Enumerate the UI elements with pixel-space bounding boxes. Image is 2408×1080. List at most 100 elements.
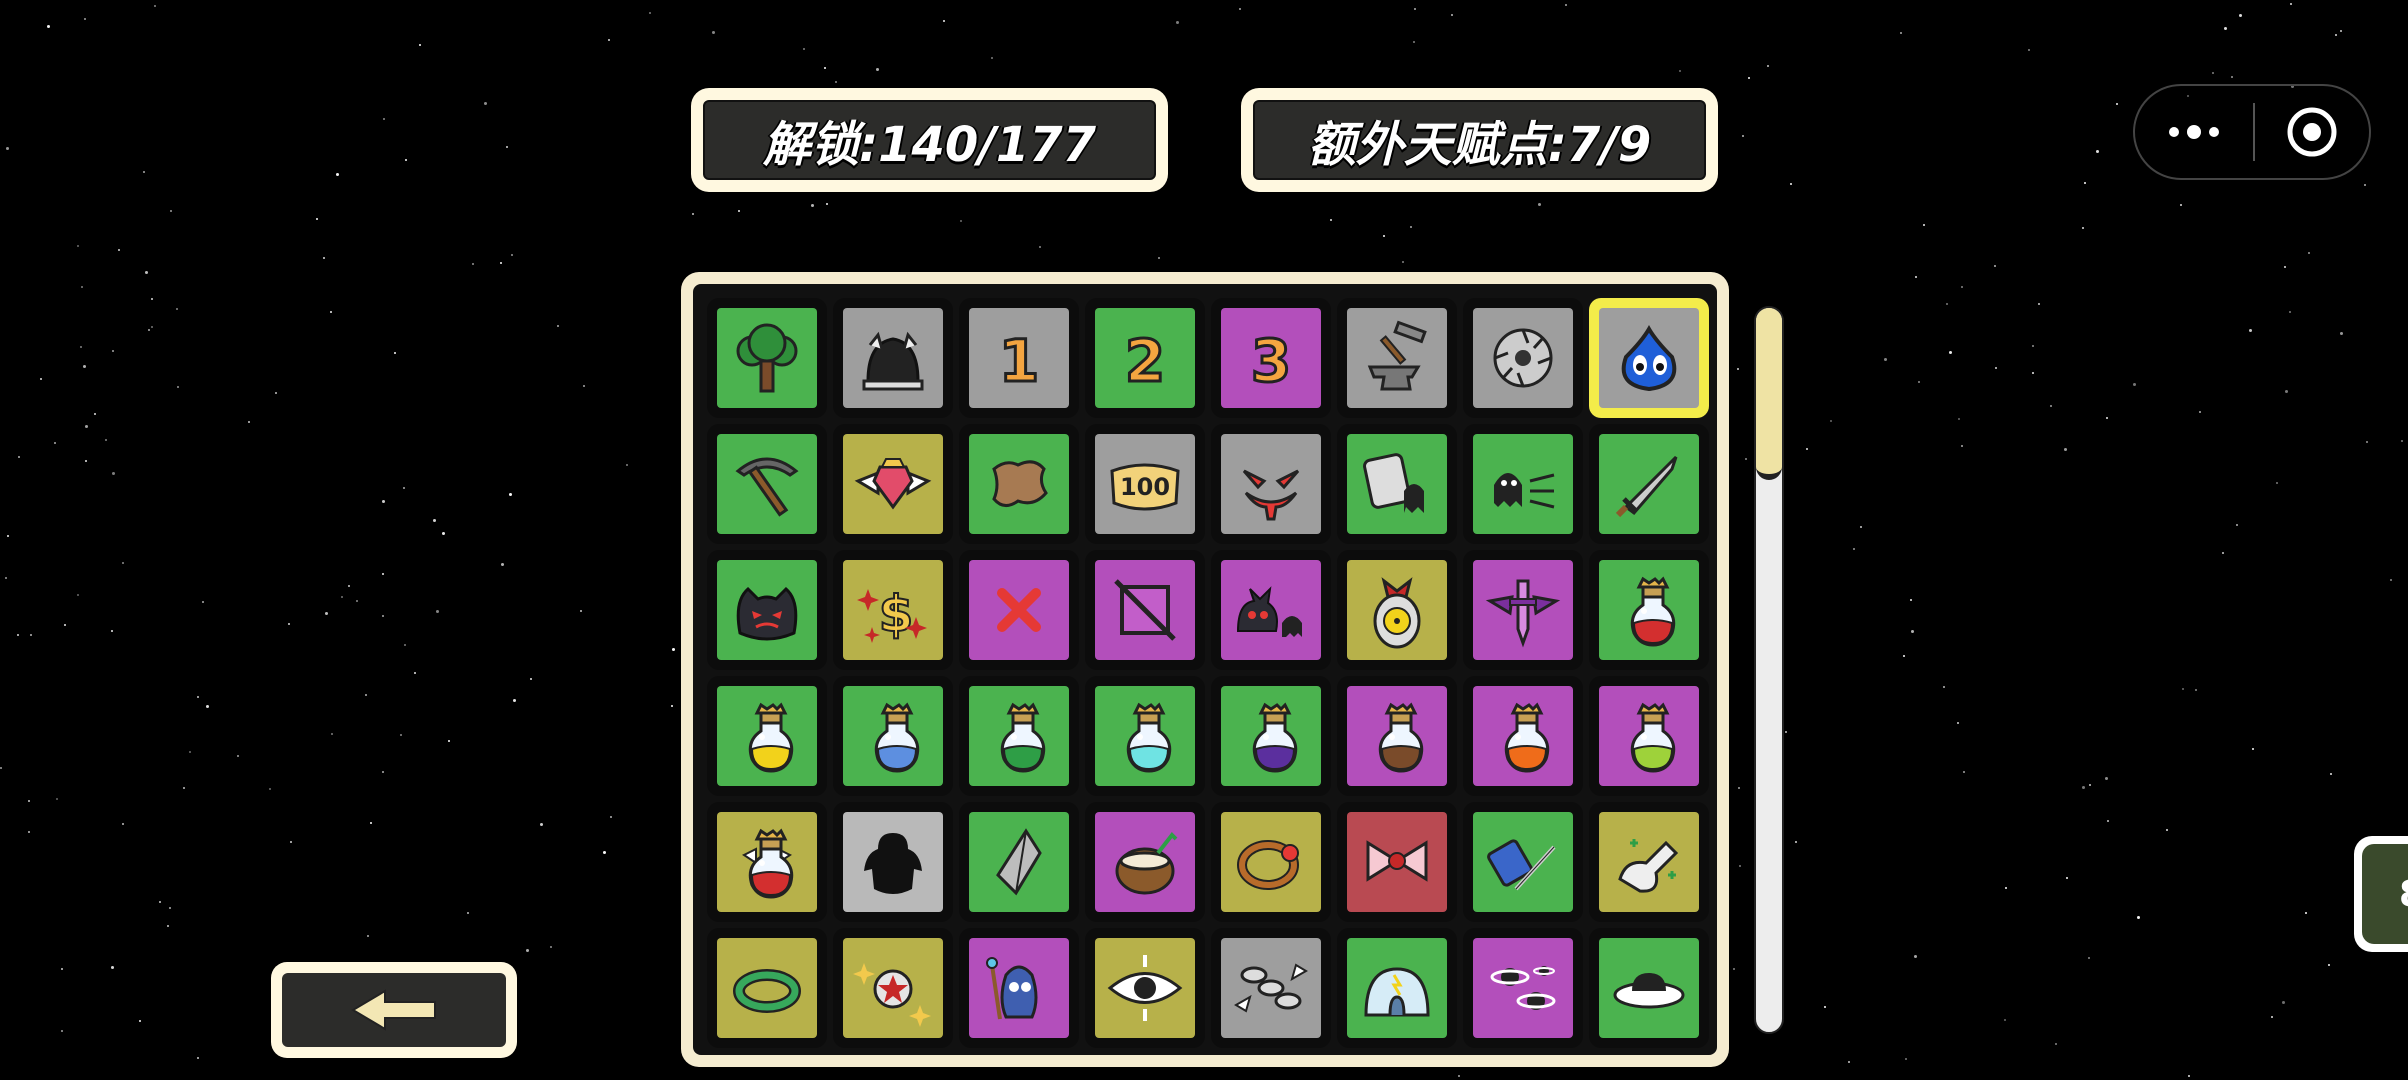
- grid-cell[interactable]: [1589, 676, 1709, 796]
- item-tile[interactable]: [843, 812, 943, 912]
- item-tile[interactable]: [1221, 434, 1321, 534]
- grid-cell[interactable]: [1211, 550, 1331, 670]
- grid-cell[interactable]: [707, 298, 827, 418]
- grid-cell[interactable]: [959, 424, 1079, 544]
- grid-cell[interactable]: [1463, 676, 1583, 796]
- grid-cell[interactable]: [707, 802, 827, 922]
- item-tile[interactable]: [969, 938, 1069, 1038]
- item-tile[interactable]: [1221, 812, 1321, 912]
- item-tile[interactable]: [1473, 308, 1573, 408]
- grid-cell[interactable]: [1589, 550, 1709, 670]
- grid-cell[interactable]: [1337, 676, 1457, 796]
- item-tile[interactable]: $: [843, 560, 943, 660]
- grid-cell[interactable]: [1211, 802, 1331, 922]
- grid-cell[interactable]: [707, 550, 827, 670]
- item-tile[interactable]: [717, 812, 817, 912]
- item-tile[interactable]: [969, 812, 1069, 912]
- item-tile[interactable]: [843, 434, 943, 534]
- item-tile[interactable]: [1599, 686, 1699, 786]
- grid-cell[interactable]: [1463, 424, 1583, 544]
- item-tile[interactable]: [1473, 434, 1573, 534]
- grid-cell[interactable]: [1589, 298, 1709, 418]
- grid-cell[interactable]: [1211, 928, 1331, 1048]
- grid-cell[interactable]: 3: [1211, 298, 1331, 418]
- grid-cell[interactable]: [1589, 802, 1709, 922]
- grid-cell[interactable]: $: [833, 550, 953, 670]
- item-tile[interactable]: [969, 434, 1069, 534]
- item-tile[interactable]: [1473, 812, 1573, 912]
- grid-cell[interactable]: [1337, 298, 1457, 418]
- item-tile[interactable]: [969, 560, 1069, 660]
- item-tile[interactable]: [717, 686, 817, 786]
- back-button[interactable]: [271, 962, 517, 1058]
- grid-cell[interactable]: [959, 550, 1079, 670]
- back-button-inner[interactable]: [282, 973, 506, 1047]
- item-tile[interactable]: [843, 308, 943, 408]
- grid-cell[interactable]: [833, 424, 953, 544]
- grid-cell[interactable]: 2: [1085, 298, 1205, 418]
- item-tile[interactable]: [1221, 560, 1321, 660]
- item-tile[interactable]: [969, 686, 1069, 786]
- grid-cell[interactable]: [1085, 676, 1205, 796]
- grid-cell[interactable]: [959, 676, 1079, 796]
- item-tile[interactable]: [717, 434, 817, 534]
- grid-cell[interactable]: 1: [959, 298, 1079, 418]
- item-tile[interactable]: [717, 308, 817, 408]
- item-tile[interactable]: [1473, 686, 1573, 786]
- grid-scrollbar[interactable]: [1754, 306, 1784, 1034]
- item-tile[interactable]: [1095, 812, 1195, 912]
- item-tile[interactable]: 100: [1095, 434, 1195, 534]
- item-tile[interactable]: [717, 560, 817, 660]
- grid-cell[interactable]: [833, 802, 953, 922]
- more-dots-icon[interactable]: [2135, 86, 2253, 178]
- item-tile[interactable]: 2: [1095, 308, 1195, 408]
- item-tile[interactable]: [1221, 938, 1321, 1038]
- grid-cell[interactable]: [959, 928, 1079, 1048]
- item-tile[interactable]: [1599, 812, 1699, 912]
- grid-cell[interactable]: [833, 928, 953, 1048]
- item-tile[interactable]: [1347, 434, 1447, 534]
- grid-cell[interactable]: [707, 676, 827, 796]
- item-tile[interactable]: [1347, 686, 1447, 786]
- grid-cell[interactable]: [1463, 802, 1583, 922]
- item-tile[interactable]: [1599, 434, 1699, 534]
- grid-cell[interactable]: [1211, 424, 1331, 544]
- grid-cell[interactable]: [833, 298, 953, 418]
- grid-cell[interactable]: [1589, 928, 1709, 1048]
- grid-cell[interactable]: 100: [1085, 424, 1205, 544]
- grid-cell[interactable]: [1211, 676, 1331, 796]
- item-tile[interactable]: 3: [1221, 308, 1321, 408]
- grid-cell[interactable]: [1337, 550, 1457, 670]
- grid-cell[interactable]: [1589, 424, 1709, 544]
- item-tile[interactable]: [1347, 812, 1447, 912]
- item-tile[interactable]: [1095, 938, 1195, 1038]
- grid-cell[interactable]: [959, 802, 1079, 922]
- item-tile[interactable]: 1: [969, 308, 1069, 408]
- grid-cell[interactable]: [1085, 802, 1205, 922]
- item-tile[interactable]: [1599, 938, 1699, 1038]
- item-tile[interactable]: [1221, 686, 1321, 786]
- target-circle-icon[interactable]: [2255, 86, 2369, 178]
- grid-cell[interactable]: [1337, 424, 1457, 544]
- grid-cell[interactable]: [707, 424, 827, 544]
- item-tile[interactable]: [1347, 308, 1447, 408]
- item-tile[interactable]: [1095, 686, 1195, 786]
- grid-cell[interactable]: [707, 928, 827, 1048]
- item-tile[interactable]: [1599, 560, 1699, 660]
- item-tile[interactable]: [717, 938, 817, 1038]
- item-tile[interactable]: [1347, 560, 1447, 660]
- grid-cell[interactable]: [1337, 802, 1457, 922]
- scrollbar-thumb[interactable]: [1756, 308, 1782, 480]
- grid-cell[interactable]: [1463, 550, 1583, 670]
- grid-cell[interactable]: [833, 676, 953, 796]
- item-tile[interactable]: [843, 686, 943, 786]
- grid-cell[interactable]: [1463, 298, 1583, 418]
- side-thumbnail[interactable]: 8: [2354, 836, 2408, 952]
- item-tile[interactable]: [1473, 938, 1573, 1038]
- grid-cell[interactable]: [1337, 928, 1457, 1048]
- item-tile[interactable]: [1473, 560, 1573, 660]
- grid-cell[interactable]: [1085, 550, 1205, 670]
- item-tile[interactable]: [1599, 308, 1699, 408]
- grid-cell[interactable]: [1463, 928, 1583, 1048]
- item-tile[interactable]: [1347, 938, 1447, 1038]
